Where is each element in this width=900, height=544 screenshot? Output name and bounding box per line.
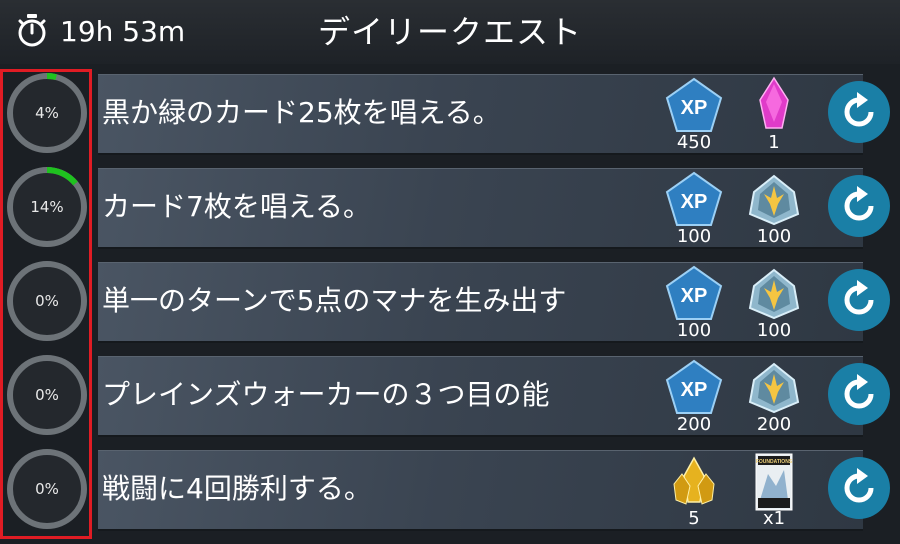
reroll-button[interactable] [826, 173, 892, 239]
progress-percent: 0% [35, 480, 59, 498]
reward-amount: 100 [756, 226, 792, 247]
reward-gold: 200 [744, 352, 804, 438]
reward-gem: 1 [744, 70, 804, 156]
refresh-icon [828, 363, 890, 425]
page-title: デイリークエスト [317, 13, 582, 51]
reward-xp: XP 450 [664, 70, 724, 156]
reward-amount: 100 [676, 226, 712, 247]
quest-description: 単一のターンで5点のマナを生み出す [102, 284, 567, 317]
reward-gold-crystal: 5 [664, 446, 724, 532]
progress-percent: 14% [30, 198, 64, 216]
quest-description: プレインズウォーカーの３つ目の能 [102, 378, 550, 411]
reward-xp: XP 200 [664, 352, 724, 438]
reward-xp: XP 100 [664, 164, 724, 250]
reward-amount: 200 [676, 414, 712, 435]
reward-amount: 100 [756, 320, 792, 341]
progress-percent: 0% [35, 386, 59, 404]
refresh-icon [828, 81, 890, 143]
refresh-icon [828, 269, 890, 331]
reward-gold: 100 [744, 164, 804, 250]
reroll-button[interactable] [826, 455, 892, 521]
quest-description: 黒か緑のカード25枚を唱える。 [102, 96, 501, 129]
xp-icon: XP [665, 171, 723, 226]
pink-gem-icon [759, 76, 789, 129]
progress-percent: 4% [35, 104, 59, 122]
top-bar: 19h 53m デイリークエスト [0, 0, 900, 64]
quest-row: 14% カード7枚を唱える。 XP 100 100 [0, 164, 900, 250]
reward-amount: 450 [676, 132, 712, 153]
quest-description: 戦闘に4回勝利する。 [102, 472, 372, 505]
xp-icon: XP [665, 265, 723, 320]
reward-amount: 100 [676, 320, 712, 341]
reward-amount: 5 [688, 508, 700, 529]
reward-booster: FOUNDATIONS x1 [744, 446, 804, 532]
xp-icon: XP [665, 359, 723, 414]
quest-row: 0% 戦闘に4回勝利する。 5 FOUNDATIONS x1 [0, 446, 900, 532]
xp-label: XP [681, 97, 708, 119]
xp-label: XP [681, 191, 708, 213]
refresh-icon [828, 457, 890, 519]
progress-percent: 0% [35, 292, 59, 310]
xp-label: XP [681, 379, 708, 401]
booster-pack-icon: FOUNDATIONS [755, 453, 793, 511]
xp-icon: XP [665, 77, 723, 132]
reward-amount: 1 [768, 132, 780, 153]
reward-amount: 200 [756, 414, 792, 435]
reroll-button[interactable] [826, 79, 892, 145]
reward-gold: 100 [744, 258, 804, 344]
quest-row: 0% 単一のターンで5点のマナを生み出す XP 100 100 [0, 258, 900, 344]
reroll-button[interactable] [826, 361, 892, 427]
quest-row: 0% プレインズウォーカーの３つ目の能 XP 200 200 [0, 352, 900, 438]
gold-emblem-icon [748, 268, 800, 320]
reroll-button[interactable] [826, 267, 892, 333]
quest-description: カード7枚を唱える。 [102, 190, 371, 223]
pack-label: FOUNDATIONS [756, 459, 793, 465]
gold-crystal-icon [673, 456, 715, 505]
reward-xp: XP 100 [664, 258, 724, 344]
xp-label: XP [681, 285, 708, 307]
gold-emblem-icon [748, 174, 800, 226]
quest-row: 4% 黒か緑のカード25枚を唱える。 XP 450 1 [0, 70, 900, 156]
gold-emblem-icon [748, 362, 800, 414]
refresh-icon [828, 175, 890, 237]
reward-amount: x1 [762, 508, 786, 529]
